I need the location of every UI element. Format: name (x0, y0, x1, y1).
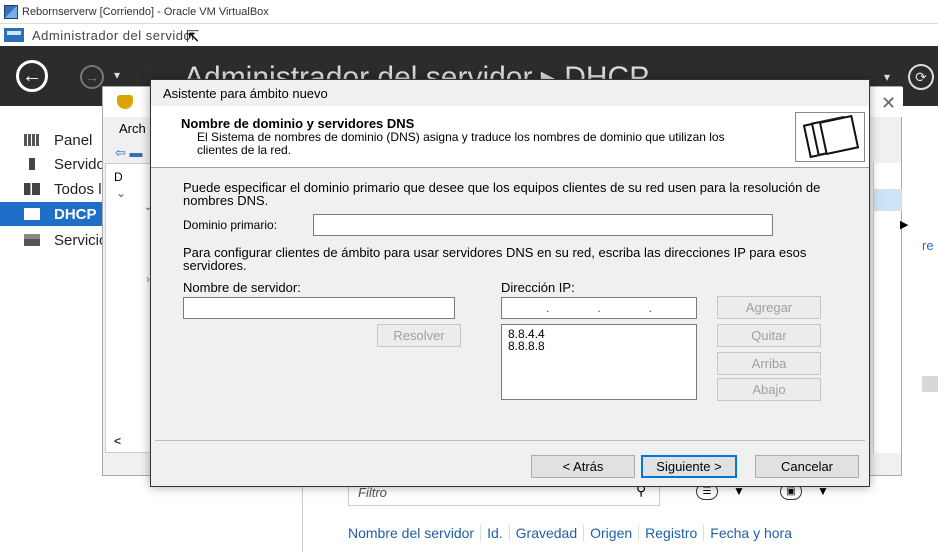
sidebar-item-label: Servicios de archivos (54, 231, 108, 249)
refresh-icon: ⟳ (915, 68, 927, 85)
sidebar-item-file-services[interactable]: Servicios de archivos (0, 228, 108, 252)
move-up-button[interactable]: Arriba (717, 352, 821, 375)
scrollbar-segment (922, 376, 938, 392)
actions-selected-row[interactable] (874, 189, 902, 211)
sidebar: Panel Servidor local Todos los servidore… (0, 106, 108, 552)
server-manager-icon (4, 28, 24, 42)
server-name-label: Nombre de servidor: (183, 280, 301, 295)
forward-button[interactable]: → (80, 65, 104, 89)
sidebar-item-label: Servidor local (54, 155, 108, 173)
actions-pane (873, 163, 902, 453)
refresh-button[interactable]: ⟳ (908, 64, 934, 90)
back-button[interactable]: < Atrás (531, 455, 635, 478)
dialog-separator (155, 440, 865, 441)
ip-address-label: Dirección IP: (501, 280, 575, 295)
virtualbox-icon (4, 4, 18, 19)
domain-instructions: Puede especificar el dominio primario qu… (183, 180, 821, 208)
header-dropdown-icon[interactable]: ▾ (884, 70, 890, 84)
virtualbox-titlebar: Rebornserverw [Corriendo] - Oracle VM Vi… (0, 0, 938, 24)
back-button[interactable]: ← (16, 60, 48, 92)
column-header-server-name[interactable]: Nombre del servidor (342, 525, 482, 541)
tree-root-dhcp[interactable]: D (114, 170, 123, 184)
servers-icon (24, 183, 40, 195)
list-item[interactable]: 8.8.8.8 (508, 340, 690, 352)
column-header-severity[interactable]: Gravedad (510, 525, 585, 541)
app-title: Administrador del servidor (32, 27, 197, 43)
expand-right-icon[interactable]: ▶ (900, 218, 908, 231)
file-services-icon (24, 234, 40, 246)
wizard-pages-icon (795, 112, 865, 162)
sidebar-item-label: Todos los servidores (54, 180, 108, 198)
ip-dot: . (545, 301, 550, 315)
history-dropdown-icon[interactable]: ▾ (114, 68, 120, 82)
wizard-description: El Sistema de nombres de dominio (DNS) a… (197, 130, 725, 157)
dhcp-console-icon (117, 95, 133, 109)
back-arrow-icon: ← (22, 64, 42, 87)
column-header-log[interactable]: Registro (639, 525, 705, 541)
dns-instructions: Para configurar clientes de ámbito para … (183, 245, 807, 273)
filter-placeholder: Filtro (358, 485, 387, 500)
resolve-button[interactable]: Resolver (377, 324, 461, 347)
sidebar-item-all-servers[interactable]: Todos los servidores (0, 177, 108, 201)
forward-arrow-icon: → (85, 69, 99, 85)
add-button[interactable]: Agregar (717, 296, 821, 319)
dialog-title: Asistente para ámbito nuevo (163, 86, 328, 101)
next-button[interactable]: Siguiente > (641, 455, 737, 478)
ip-address-input[interactable]: . . . (501, 297, 697, 319)
close-icon[interactable]: ✕ (881, 93, 896, 114)
ip-dot: . (648, 301, 652, 315)
partial-link-text: re (922, 238, 934, 253)
sidebar-item-label: DHCP (54, 205, 97, 223)
wizard-banner: Nombre de dominio y servidores DNS El Si… (151, 106, 869, 168)
chevron-down-icon[interactable]: ⌄ (116, 186, 126, 200)
column-header-date-time[interactable]: Fecha y hora (704, 525, 798, 541)
divider (302, 476, 303, 552)
cancel-button[interactable]: Cancelar (755, 455, 859, 478)
sidebar-item-panel[interactable]: Panel (0, 128, 108, 152)
menu-archivo[interactable]: Arch (119, 121, 146, 136)
column-header-id[interactable]: Id. (481, 525, 510, 541)
dns-ip-list[interactable]: 8.8.4.4 8.8.8.8 (501, 324, 697, 400)
domain-label: Dominio primario: (183, 218, 278, 232)
dhcp-icon (24, 208, 40, 220)
back-arrow-icon[interactable]: ⇦ ▬ (115, 145, 143, 161)
mouse-cursor-icon: ⇱ (186, 29, 200, 46)
primary-domain-input[interactable] (313, 214, 773, 236)
server-icon (29, 158, 35, 170)
move-down-button[interactable]: Abajo (717, 378, 821, 401)
events-column-headers: Nombre del servidor Id. Gravedad Origen … (342, 520, 798, 546)
column-header-source[interactable]: Origen (584, 525, 640, 541)
scroll-left-icon[interactable]: < (114, 434, 121, 448)
sidebar-item-local-server[interactable]: Servidor local (0, 152, 108, 176)
new-scope-wizard-dialog: Asistente para ámbito nuevo Nombre de do… (150, 79, 870, 487)
dashboard-icon (24, 134, 40, 146)
wizard-heading: Nombre de dominio y servidores DNS (181, 116, 415, 131)
console-tree: D ⌄ ⌄ › < (105, 163, 155, 453)
sidebar-item-dhcp[interactable]: DHCP (0, 202, 108, 226)
sidebar-item-label: Panel (54, 131, 93, 149)
ip-dot: . (597, 301, 601, 315)
virtualbox-title: Rebornserverw [Corriendo] - Oracle VM Vi… (22, 5, 269, 18)
remove-button[interactable]: Quitar (717, 324, 821, 347)
app-titlebar: Administrador del servidor (0, 24, 938, 46)
server-name-input[interactable] (183, 297, 455, 319)
